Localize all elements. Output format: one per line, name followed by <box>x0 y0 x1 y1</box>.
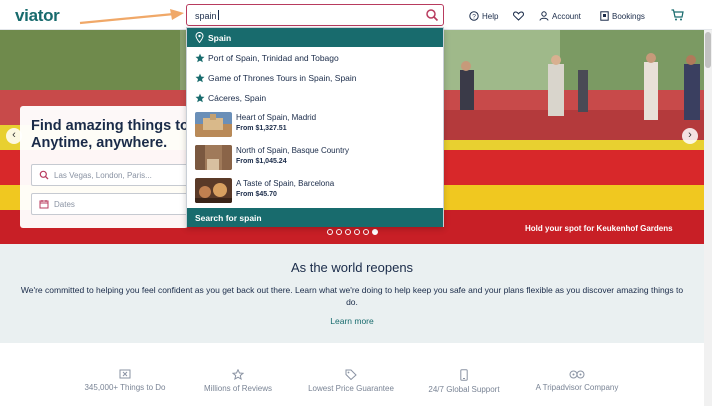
suggestion-tour[interactable]: North of Spain, Basque Country From $1,0… <box>187 143 443 173</box>
feature-label: Millions of Reviews <box>203 384 273 393</box>
account-link[interactable]: Account <box>539 9 581 23</box>
star-icon <box>195 73 205 83</box>
help-label: Help <box>482 11 499 21</box>
carousel-dot[interactable] <box>336 229 342 235</box>
search-query: spain <box>195 10 219 21</box>
tour-name: Heart of Spain, Madrid <box>236 113 317 122</box>
tour-thumbnail <box>195 112 232 137</box>
help-link[interactable]: ? Help <box>469 9 498 23</box>
tour-thumbnail <box>195 178 232 203</box>
chevron-left-icon: ‹ <box>12 129 16 141</box>
page-scrollbar[interactable] <box>704 30 712 406</box>
svg-text:?: ? <box>472 13 476 20</box>
tour-thumbnail <box>195 145 232 170</box>
star-icon <box>195 53 205 63</box>
bookings-icon <box>600 11 609 21</box>
carousel-dot[interactable] <box>354 229 360 235</box>
tripadvisor-owl-icon <box>569 370 585 379</box>
search-for-query-button[interactable]: Search for spain <box>187 208 443 227</box>
carousel-dot[interactable] <box>345 229 351 235</box>
learn-more-link[interactable]: Learn more <box>0 316 704 326</box>
feature-label: 345,000+ Things to Do <box>84 383 166 392</box>
feature-label: A Tripadvisor Company <box>535 383 619 392</box>
heart-icon <box>513 11 524 21</box>
top-header: viator spain ? Help Account Bookings <box>0 0 712 30</box>
user-icon <box>539 11 549 21</box>
suggestion-tour[interactable]: A Taste of Spain, Barcelona From $45.70 <box>187 176 443 206</box>
carousel-dot[interactable] <box>372 229 378 235</box>
cart-button[interactable] <box>671 8 687 22</box>
tour-price: From $45.70 <box>236 191 277 198</box>
suggestion-place-label: Port of Spain, Trinidad and Tobago <box>208 53 339 63</box>
suggestion-place-label: Cáceres, Spain <box>208 93 267 103</box>
account-label: Account <box>552 11 581 21</box>
location-search-icon <box>39 170 49 180</box>
suggestion-place[interactable]: Cáceres, Spain <box>187 88 443 108</box>
feature-tripadvisor: A Tripadvisor Company <box>507 369 647 392</box>
tour-name: North of Spain, Basque Country <box>236 146 349 155</box>
viator-logo[interactable]: viator <box>15 6 60 26</box>
location-placeholder: Las Vegas, London, Paris... <box>54 171 152 180</box>
reopen-section: As the world reopens We're committed to … <box>0 244 704 343</box>
star-outline-icon <box>232 369 244 380</box>
search-icon[interactable] <box>425 8 439 22</box>
hero-title: Find amazing things to Anytime, anywhere… <box>31 118 189 152</box>
suggestion-tour[interactable]: Heart of Spain, Madrid From $1,327.51 <box>187 110 443 140</box>
feature-label: 24/7 Global Support <box>428 385 500 394</box>
help-icon: ? <box>469 11 479 21</box>
reopen-title: As the world reopens <box>290 260 414 275</box>
hero-caption[interactable]: Hold your spot for Keukenhof Gardens <box>525 224 673 233</box>
phone-icon <box>460 369 468 381</box>
suggestion-place[interactable]: Port of Spain, Trinidad and Tobago <box>187 48 443 68</box>
star-icon <box>195 93 205 103</box>
features-row: 345,000+ Things to Do Millions of Review… <box>0 343 704 406</box>
search-for-query-label: Search for spain <box>195 213 262 223</box>
page: viator spain ? Help Account Bookings ‹ ›… <box>0 0 712 406</box>
hero-title-line1: Find amazing things to <box>31 118 189 134</box>
suggestion-place-label: Game of Thrones Tours in Spain, Spain <box>208 73 357 83</box>
tour-name: A Taste of Spain, Barcelona <box>236 179 335 188</box>
wishlist-button[interactable] <box>513 9 527 23</box>
suggestion-selected-label: Spain <box>208 33 232 43</box>
calendar-icon <box>39 200 49 209</box>
bookings-link[interactable]: Bookings <box>600 9 645 23</box>
suggestion-selected[interactable]: Spain <box>187 28 443 47</box>
cart-icon <box>671 9 684 21</box>
tour-price: From $1,045.24 <box>236 158 287 165</box>
hero-next-button[interactable]: › <box>682 128 698 144</box>
hero-title-line2: Anytime, anywhere. <box>31 135 168 151</box>
price-tag-icon <box>345 369 357 380</box>
location-input[interactable]: Las Vegas, London, Paris... <box>31 164 201 186</box>
carousel-dot[interactable] <box>363 229 369 235</box>
search-panel: Find amazing things to Anytime, anywhere… <box>20 106 201 228</box>
location-pin-icon <box>195 32 204 43</box>
reopen-text: We're committed to helping you feel conf… <box>20 285 684 307</box>
text-cursor <box>217 10 219 20</box>
carousel-dot[interactable] <box>327 229 333 235</box>
search-input[interactable]: spain <box>186 4 444 26</box>
feature-label: Lowest Price Guarantee <box>308 384 394 393</box>
dates-placeholder: Dates <box>54 200 75 209</box>
carousel-dots <box>327 229 378 235</box>
scrollbar-thumb[interactable] <box>705 32 711 68</box>
suggestion-place[interactable]: Game of Thrones Tours in Spain, Spain <box>187 68 443 88</box>
search-suggestions: Spain Port of Spain, Trinidad and Tobago… <box>186 27 444 227</box>
dates-input[interactable]: Dates <box>31 193 201 215</box>
ticket-icon <box>119 369 131 379</box>
chevron-right-icon: › <box>688 129 692 141</box>
bookings-label: Bookings <box>612 11 645 21</box>
tour-price: From $1,327.51 <box>236 125 287 132</box>
annotation-arrow <box>79 9 184 25</box>
